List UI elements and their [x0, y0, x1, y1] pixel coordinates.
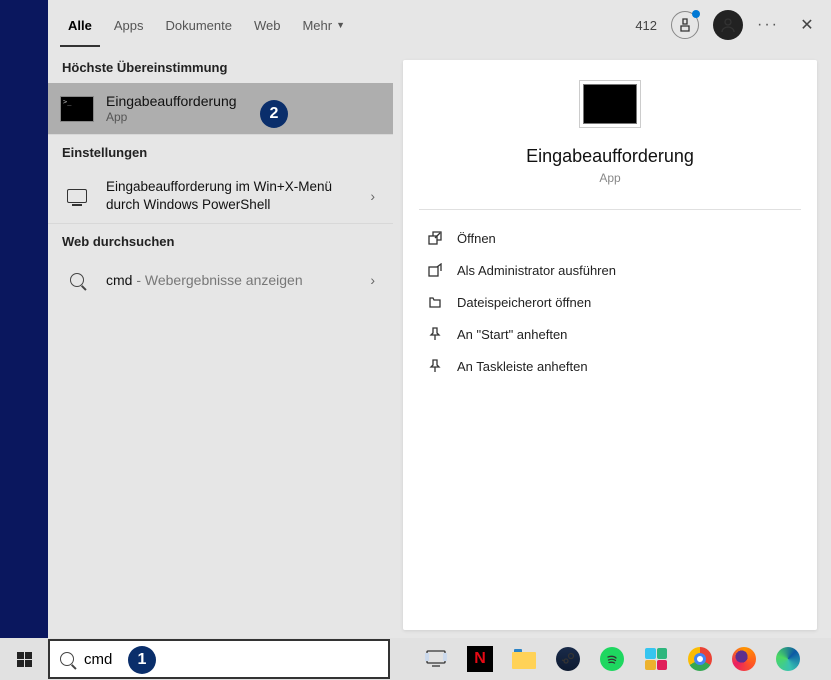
divider: [419, 209, 801, 210]
tab-all[interactable]: Alle: [60, 4, 100, 47]
taskbar-app-icons: N: [418, 638, 806, 680]
annotation-badge-1: 1: [128, 646, 156, 674]
notification-dot: [692, 10, 700, 18]
pin-icon: [427, 326, 443, 342]
rewards-points[interactable]: 412: [635, 18, 657, 33]
result-settings-item[interactable]: Eingabeaufforderung im Win+X-Menü durch …: [48, 168, 393, 223]
search-icon: [60, 267, 94, 293]
action-file-location[interactable]: Dateispeicherort öffnen: [419, 286, 801, 318]
result-web-item[interactable]: cmd - Webergebnisse anzeigen ›: [48, 257, 393, 303]
spotify-icon[interactable]: [594, 641, 630, 677]
search-icon: [60, 652, 74, 666]
result-subtitle: App: [106, 110, 381, 124]
preview-panel: Eingabeaufforderung App Öffnen Als Admin…: [403, 60, 817, 630]
tab-apps[interactable]: Apps: [106, 4, 152, 47]
left-accent-band: [0, 0, 48, 638]
taskbar-search-box[interactable]: [48, 639, 390, 679]
folder-icon: [427, 294, 443, 310]
action-open[interactable]: Öffnen: [419, 222, 801, 254]
top-right-controls: 412 ··· ✕: [635, 10, 821, 40]
preview-subtitle: App: [403, 171, 817, 185]
result-title: Eingabeaufforderung: [106, 93, 381, 109]
monitor-icon: [60, 183, 94, 209]
action-run-admin[interactable]: Als Administrator ausführen: [419, 254, 801, 286]
rewards-icon[interactable]: [671, 11, 699, 39]
header-tabs: Alle Apps Dokumente Web Mehr ▼: [48, 0, 393, 50]
tab-documents[interactable]: Dokumente: [157, 4, 239, 47]
search-results-panel: Alle Apps Dokumente Web Mehr ▼ Höchste Ü…: [48, 0, 393, 638]
more-label: Mehr: [302, 18, 332, 33]
chevron-right-icon: ›: [370, 272, 381, 288]
open-icon: [427, 230, 443, 246]
settings-result-title: Eingabeaufforderung im Win+X-Menü durch …: [106, 178, 358, 213]
pin-taskbar-icon: [427, 358, 443, 374]
more-options-icon[interactable]: ···: [757, 16, 779, 34]
firefox-icon[interactable]: [726, 641, 762, 677]
windows-icon: [17, 652, 32, 667]
edge-icon[interactable]: [770, 641, 806, 677]
preview-app-icon: [579, 80, 641, 128]
slack-icon[interactable]: [638, 641, 674, 677]
section-top-match: Höchste Übereinstimmung: [48, 50, 393, 83]
actions-list: Öffnen Als Administrator ausführen Datei…: [403, 222, 817, 382]
start-button[interactable]: [0, 638, 48, 680]
user-avatar[interactable]: [713, 10, 743, 40]
steam-icon[interactable]: [550, 641, 586, 677]
netflix-icon[interactable]: N: [462, 641, 498, 677]
chrome-icon[interactable]: [682, 641, 718, 677]
taskbar: N: [0, 638, 831, 680]
close-icon[interactable]: ✕: [793, 15, 821, 35]
chevron-right-icon: ›: [370, 188, 381, 204]
preview-title: Eingabeaufforderung: [403, 146, 817, 167]
section-web: Web durchsuchen: [48, 223, 393, 257]
action-pin-start[interactable]: An "Start" anheften: [419, 318, 801, 350]
admin-icon: [427, 262, 443, 278]
web-result-text: cmd - Webergebnisse anzeigen: [106, 272, 358, 288]
tab-web[interactable]: Web: [246, 4, 289, 47]
file-explorer-icon[interactable]: [506, 641, 542, 677]
result-top-match[interactable]: Eingabeaufforderung App: [48, 83, 393, 134]
chevron-down-icon: ▼: [336, 20, 345, 30]
cmd-app-icon: [60, 96, 94, 122]
annotation-badge-2: 2: [260, 100, 288, 128]
section-settings: Einstellungen: [48, 134, 393, 168]
taskview-icon[interactable]: [418, 641, 454, 677]
tab-more[interactable]: Mehr ▼: [294, 4, 353, 47]
action-pin-taskbar[interactable]: An Taskleiste anheften: [419, 350, 801, 382]
